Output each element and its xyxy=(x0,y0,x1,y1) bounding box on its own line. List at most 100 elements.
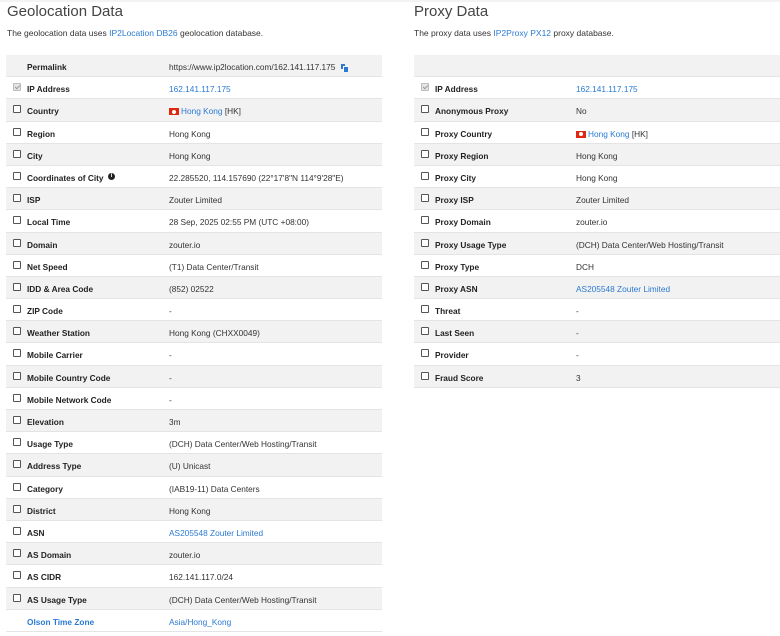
domain-text: zouter.io xyxy=(169,239,201,250)
mobile-network-code-checkbox[interactable] xyxy=(13,393,21,402)
row-as-cidr: AS CIDR 162.141.117.0/24 xyxy=(6,565,382,588)
ip-address-checkbox[interactable] xyxy=(13,83,21,92)
net-speed-value: (T1) Data Center/Transit xyxy=(169,262,259,272)
proxy-asn-checkbox[interactable] xyxy=(421,282,429,291)
country-code: [HK] xyxy=(629,128,648,139)
region-checkbox[interactable] xyxy=(13,127,21,136)
country-value: Hong Kong [HK] xyxy=(169,106,241,116)
as-cidr-text: 162.141.117.0/24 xyxy=(169,572,233,583)
ip-address-link[interactable]: 162.141.117.175 xyxy=(576,84,638,94)
last-seen-checkbox[interactable] xyxy=(421,327,429,336)
usage-type-text: (DCH) Data Center/Web Hosting/Transit xyxy=(169,439,317,450)
copy-icon[interactable] xyxy=(341,64,349,72)
proxy-domain-checkbox[interactable] xyxy=(421,216,429,225)
weather-station-checkbox[interactable] xyxy=(13,327,21,336)
proxy-isp-checkbox[interactable] xyxy=(421,194,429,203)
ip-address-link[interactable]: 162.141.117.175 xyxy=(169,84,231,94)
threat-checkbox[interactable] xyxy=(421,305,429,314)
city-checkbox[interactable] xyxy=(13,149,21,158)
anonymous-proxy-label: Anonymous Proxy xyxy=(435,106,509,117)
row-district: District Hong Kong xyxy=(6,498,382,521)
country-link[interactable]: Hong Kong xyxy=(181,106,223,116)
district-value: Hong Kong xyxy=(169,506,211,516)
proxy-country-label: Proxy Country xyxy=(435,128,493,139)
domain-value: zouter.io xyxy=(169,240,200,250)
row-region: Region Hong Kong xyxy=(6,122,382,144)
idd-area-code-value: (852) 02522 xyxy=(169,284,214,294)
idd-area-code-checkbox[interactable] xyxy=(13,282,21,291)
row-isp: ISP Zouter Limited xyxy=(6,188,382,211)
row-fraud-score: Fraud Score 3 xyxy=(414,365,780,388)
olson-time-zone-label[interactable]: Olson Time Zone xyxy=(27,617,94,627)
local-time-checkbox[interactable] xyxy=(13,216,21,225)
row-ip-address: IP Address 162.141.117.175 xyxy=(6,77,382,100)
elevation-checkbox[interactable] xyxy=(13,416,21,424)
domain-label: Domain xyxy=(27,239,58,250)
ip-address-value: 162.141.117.175 xyxy=(169,84,231,94)
anonymous-proxy-checkbox[interactable] xyxy=(421,105,429,114)
proxy-country-checkbox[interactable] xyxy=(421,127,429,136)
row-mobile-carrier: Mobile Carrier - xyxy=(6,343,382,366)
domain-checkbox[interactable] xyxy=(13,238,21,247)
row-local-time: Local Time 28 Sep, 2025 02:55 PM (UTC +08… xyxy=(6,210,382,233)
proxy-asn-link[interactable]: AS205548 Zouter Limited xyxy=(576,284,670,294)
row-proxy-city: Proxy City Hong Kong xyxy=(414,166,780,189)
proxy-title: Proxy Data xyxy=(414,3,489,20)
ip2proxy-px12-link[interactable]: IP2Proxy PX12 xyxy=(493,28,551,38)
row-proxy-country: Proxy Country Hong Kong [HK] xyxy=(414,122,780,144)
geolocation-intro: The geolocation data uses IP2Location DB… xyxy=(7,28,263,38)
proxy-city-checkbox[interactable] xyxy=(421,171,429,180)
proxy-domain-label: Proxy Domain xyxy=(435,217,491,228)
ip2location-db26-link[interactable]: IP2Location DB26 xyxy=(109,28,178,38)
mobile-network-code-text: - xyxy=(169,394,172,405)
address-type-text: (U) Unicast xyxy=(169,461,211,472)
address-type-checkbox[interactable] xyxy=(13,460,21,469)
row-zip-code: ZIP Code - xyxy=(6,299,382,322)
isp-label: ISP xyxy=(27,195,41,206)
category-checkbox[interactable] xyxy=(13,482,21,491)
info-icon[interactable]: i xyxy=(108,172,115,180)
proxy-country-link[interactable]: Hong Kong xyxy=(588,129,630,139)
as-cidr-label: AS CIDR xyxy=(27,572,62,583)
asn-link[interactable]: AS205548 Zouter Limited xyxy=(169,528,263,538)
weather-station-value: Hong Kong (CHXX0049) xyxy=(169,328,260,338)
proxy-isp-label: Proxy ISP xyxy=(435,195,474,206)
city-value: Hong Kong xyxy=(169,151,211,161)
as-domain-checkbox[interactable] xyxy=(13,549,21,558)
ip-address-checkbox[interactable] xyxy=(421,83,429,92)
mobile-country-code-checkbox[interactable] xyxy=(13,371,21,380)
row-proxy-isp: Proxy ISP Zouter Limited xyxy=(414,188,780,211)
coordinates-of-city-checkbox[interactable] xyxy=(13,171,21,180)
category-label: Category xyxy=(27,483,63,494)
fraud-score-checkbox[interactable] xyxy=(421,371,429,380)
as-cidr-checkbox[interactable] xyxy=(13,571,21,580)
proxy-type-checkbox[interactable] xyxy=(421,260,429,269)
isp-checkbox[interactable] xyxy=(13,194,21,203)
country-code: [HK] xyxy=(222,106,241,117)
hong-kong-flag-icon xyxy=(169,108,179,116)
zip-code-checkbox[interactable] xyxy=(13,305,21,314)
fraud-score-text: 3 xyxy=(576,372,581,383)
asn-checkbox[interactable] xyxy=(13,526,21,535)
idd-area-code-label: IDD & Area Code xyxy=(27,283,94,294)
region-value: Hong Kong xyxy=(169,129,211,139)
zip-code-value: - xyxy=(169,306,172,316)
proxy-isp-value: Zouter Limited xyxy=(576,195,629,205)
usage-type-checkbox[interactable] xyxy=(13,438,21,447)
region-label: Region xyxy=(27,128,56,139)
provider-label: Provider xyxy=(435,350,469,361)
country-checkbox[interactable] xyxy=(13,105,21,114)
district-checkbox[interactable] xyxy=(13,504,21,513)
provider-checkbox[interactable] xyxy=(421,349,429,358)
row-as-usage-type: AS Usage Type (DCH) Data Center/Web Hosti… xyxy=(6,587,382,610)
net-speed-checkbox[interactable] xyxy=(13,260,21,269)
anonymous-proxy-text: No xyxy=(576,106,587,117)
olson-time-zone-link[interactable]: Asia/Hong_Kong xyxy=(169,617,231,627)
as-usage-type-checkbox[interactable] xyxy=(13,593,21,602)
proxy-city-label: Proxy City xyxy=(435,172,477,183)
proxy-usage-type-checkbox[interactable] xyxy=(421,238,429,247)
proxy-region-checkbox[interactable] xyxy=(421,149,429,158)
mobile-carrier-checkbox[interactable] xyxy=(13,349,21,358)
provider-value: - xyxy=(576,350,579,360)
proxy-table: IP Address 162.141.117.175 Anonymous Proxy… xyxy=(414,55,780,388)
